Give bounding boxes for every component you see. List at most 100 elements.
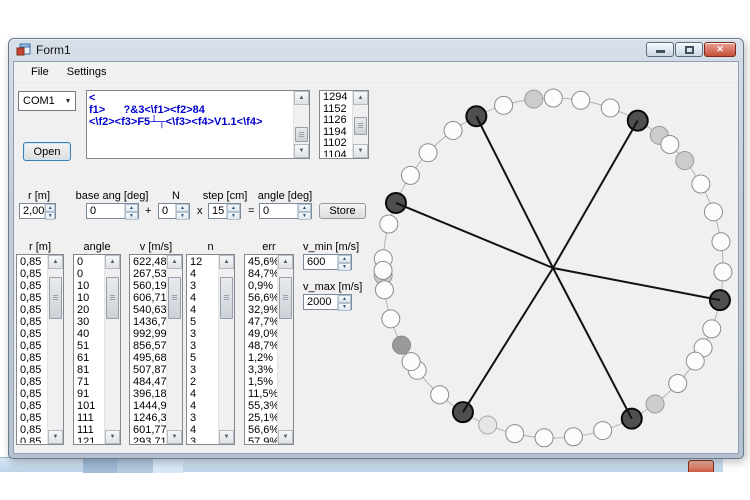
list-item[interactable]: 61 [74,352,104,364]
spin-down-icon[interactable]: ▼ [45,212,55,220]
list-item[interactable]: 1126 [320,115,352,127]
list-item[interactable]: 507,87 [130,364,166,376]
scroll-up-icon[interactable]: ▲ [294,91,309,105]
list-item[interactable]: 121 [74,436,104,443]
list-item[interactable]: 111 [74,424,104,436]
r-value[interactable]: 2,00 [20,204,44,218]
list-item[interactable]: 5 [187,352,218,364]
minimize-button[interactable] [646,42,674,57]
list-item[interactable]: 0,85 [17,268,47,280]
list-item[interactable]: 601,77 [130,424,166,436]
open-port-button[interactable]: Open [23,142,71,161]
v-max-value[interactable]: 2000 [304,295,337,309]
list-item[interactable]: 622,48 [130,256,166,268]
list-item[interactable]: 3 [187,340,218,352]
list-item[interactable]: 10 [74,280,104,292]
scroll-down-icon[interactable]: ▼ [105,430,120,444]
list-item[interactable]: 3 [187,328,218,340]
spin-down-icon[interactable]: ▼ [176,212,189,220]
list-item[interactable]: 12 [187,256,218,268]
n-value[interactable]: 0 [159,204,175,218]
list-item[interactable]: 4 [187,424,218,436]
background-window-close-button[interactable] [688,460,714,472]
list-item[interactable]: 71 [74,376,104,388]
list-item[interactable]: 4 [187,400,218,412]
list-item[interactable]: 3,3% [245,364,277,376]
list-item[interactable]: 32,9% [245,304,277,316]
angle-spinner[interactable]: 0 ▲▼ [259,203,312,219]
spin-up-icon[interactable]: ▲ [338,255,351,263]
r-listbox[interactable]: 0,850,850,850,850,850,850,850,850,850,85… [16,254,64,445]
base-angle-value[interactable]: 0 [87,204,124,218]
list-item[interactable]: 606,71 [130,292,166,304]
list-item[interactable]: 0,85 [17,316,47,328]
list-item[interactable]: 0,85 [17,424,47,436]
list-item[interactable]: 49,0% [245,328,277,340]
list-item[interactable]: 20 [74,304,104,316]
list-item[interactable]: 0,85 [17,388,47,400]
list-item[interactable]: 10 [74,292,104,304]
list-item[interactable]: 0,85 [17,364,47,376]
list-item[interactable]: 0,85 [17,352,47,364]
list-item[interactable]: 0,85 [17,280,47,292]
serial-terminal-textbox[interactable]: <f1> ?&3<\f1><f2>84<\f2><f3>F5┴┬<\f3><f4… [86,90,310,159]
scrollbar-thumb[interactable] [220,277,233,319]
list-item[interactable]: 396,18 [130,388,166,400]
list-item[interactable]: 81 [74,364,104,376]
list-scrollbar[interactable]: ▲▼ [218,255,234,444]
angle-listbox[interactable]: 0010102030405161817191101111111121▲▼ [73,254,121,445]
list-item[interactable]: 0 [74,256,104,268]
scrollbar-thumb[interactable] [168,277,181,319]
list-item[interactable]: 45,6% [245,256,277,268]
list-item[interactable]: 0,85 [17,412,47,424]
com-port-combobox[interactable]: COM1 ▼ [18,91,76,111]
n-spinner[interactable]: 0 ▲▼ [158,203,190,219]
list-item[interactable]: 1246,3 [130,412,166,424]
list-item[interactable]: 47,7% [245,316,277,328]
scroll-down-icon[interactable]: ▼ [219,430,234,444]
list-item[interactable]: 101 [74,400,104,412]
list-item[interactable]: 1,5% [245,376,277,388]
step-spinner[interactable]: 15 ▲▼ [208,203,241,219]
list-item[interactable]: 1436,7 [130,316,166,328]
base-angle-spinner[interactable]: 0 ▲▼ [86,203,139,219]
v-listbox[interactable]: 622,48267,53560,19606,71540,631436,7992,… [129,254,183,445]
list-item[interactable]: 11,5% [245,388,277,400]
maximize-button[interactable] [675,42,703,57]
scroll-down-icon[interactable]: ▼ [167,430,182,444]
list-item[interactable]: 0,85 [17,304,47,316]
scroll-up-icon[interactable]: ▲ [167,255,182,269]
spin-up-icon[interactable]: ▲ [298,204,311,212]
menu-item-settings[interactable]: Settings [58,63,116,81]
spin-up-icon[interactable]: ▲ [45,204,55,212]
scrollbar-thumb[interactable] [49,277,62,319]
list-item[interactable]: 4 [187,304,218,316]
list-item[interactable]: 111 [74,412,104,424]
list-item[interactable]: 84,7% [245,268,277,280]
list-item[interactable]: 560,19 [130,280,166,292]
scroll-down-icon[interactable]: ▼ [294,144,309,158]
angle-value[interactable]: 0 [260,204,297,218]
store-button[interactable]: Store [319,203,366,219]
list-item[interactable]: 4 [187,388,218,400]
spin-up-icon[interactable]: ▲ [338,295,351,303]
list-item[interactable]: 0,85 [17,436,47,443]
scroll-up-icon[interactable]: ▲ [48,255,63,269]
list-item[interactable]: 0,85 [17,328,47,340]
list-item[interactable]: 1294 [320,92,352,104]
list-item[interactable]: 3 [187,436,218,443]
spin-down-icon[interactable]: ▼ [338,263,351,271]
v-min-value[interactable]: 600 [304,255,337,269]
menu-item-file[interactable]: File [22,63,58,81]
list-item[interactable]: 55,3% [245,400,277,412]
list-item[interactable]: 0,85 [17,292,47,304]
list-scrollbar[interactable]: ▲▼ [47,255,63,444]
list-scrollbar[interactable]: ▲▼ [166,255,182,444]
list-scrollbar[interactable]: ▲▼ [277,255,293,444]
list-item[interactable]: 0,85 [17,256,47,268]
spin-up-icon[interactable]: ▲ [227,204,240,212]
list-item[interactable]: 0 [74,268,104,280]
list-item[interactable]: 992,99 [130,328,166,340]
spin-down-icon[interactable]: ▼ [298,212,311,220]
spin-up-icon[interactable]: ▲ [125,204,138,212]
